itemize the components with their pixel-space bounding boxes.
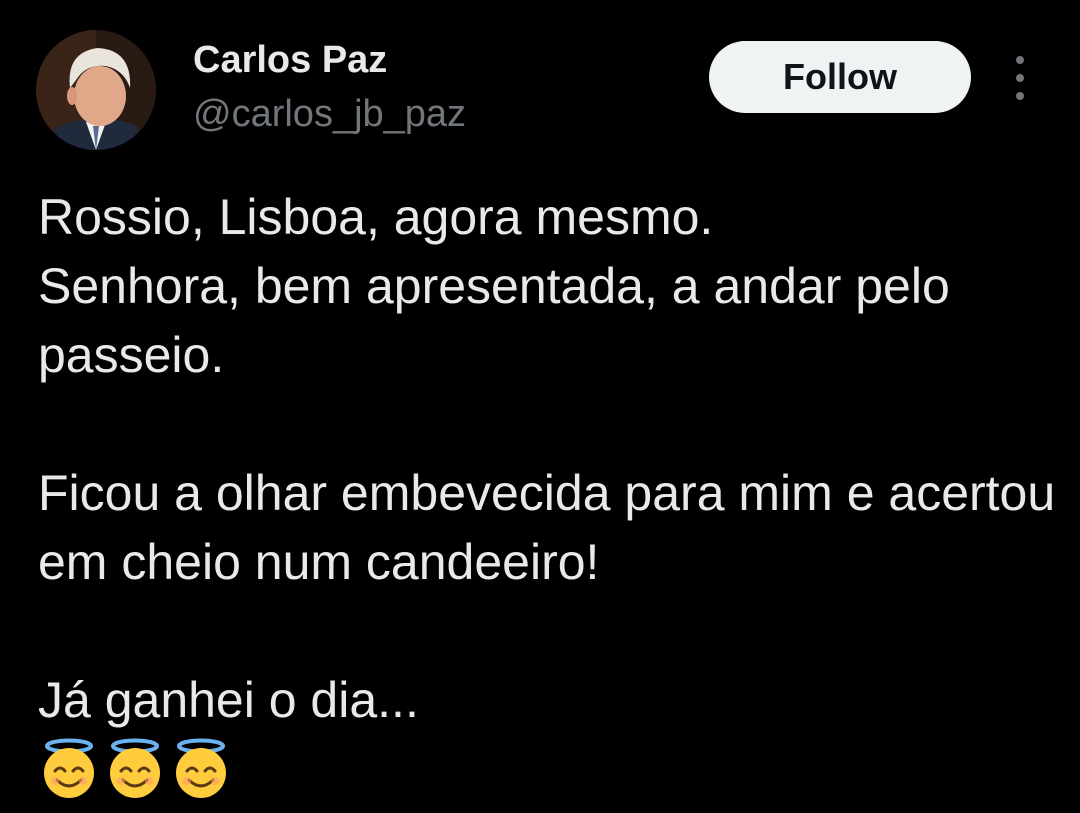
user-handle[interactable]: @carlos_jb_paz (193, 92, 466, 136)
more-dot (1016, 74, 1024, 82)
tweet-paragraph: Já ganhei o dia... (38, 672, 419, 728)
display-name[interactable]: Carlos Paz (193, 38, 387, 82)
avatar-photo-icon (36, 30, 156, 150)
halo-smile-emoji-icon (170, 738, 232, 800)
avatar[interactable] (36, 30, 156, 150)
follow-button[interactable]: Follow (709, 41, 971, 113)
more-options-icon[interactable] (1004, 56, 1036, 100)
tweet-paragraph: Ficou a olhar embevecida para mim e acer… (38, 465, 1070, 590)
emoji-row (38, 738, 232, 800)
tweet-text: Rossio, Lisboa, agora mesmo. Senhora, be… (38, 183, 1068, 735)
halo-smile-emoji-icon (38, 738, 100, 800)
more-dot (1016, 92, 1024, 100)
more-dot (1016, 56, 1024, 64)
tweet-paragraph: Rossio, Lisboa, agora mesmo. Senhora, be… (38, 189, 950, 383)
halo-smile-emoji-icon (104, 738, 166, 800)
